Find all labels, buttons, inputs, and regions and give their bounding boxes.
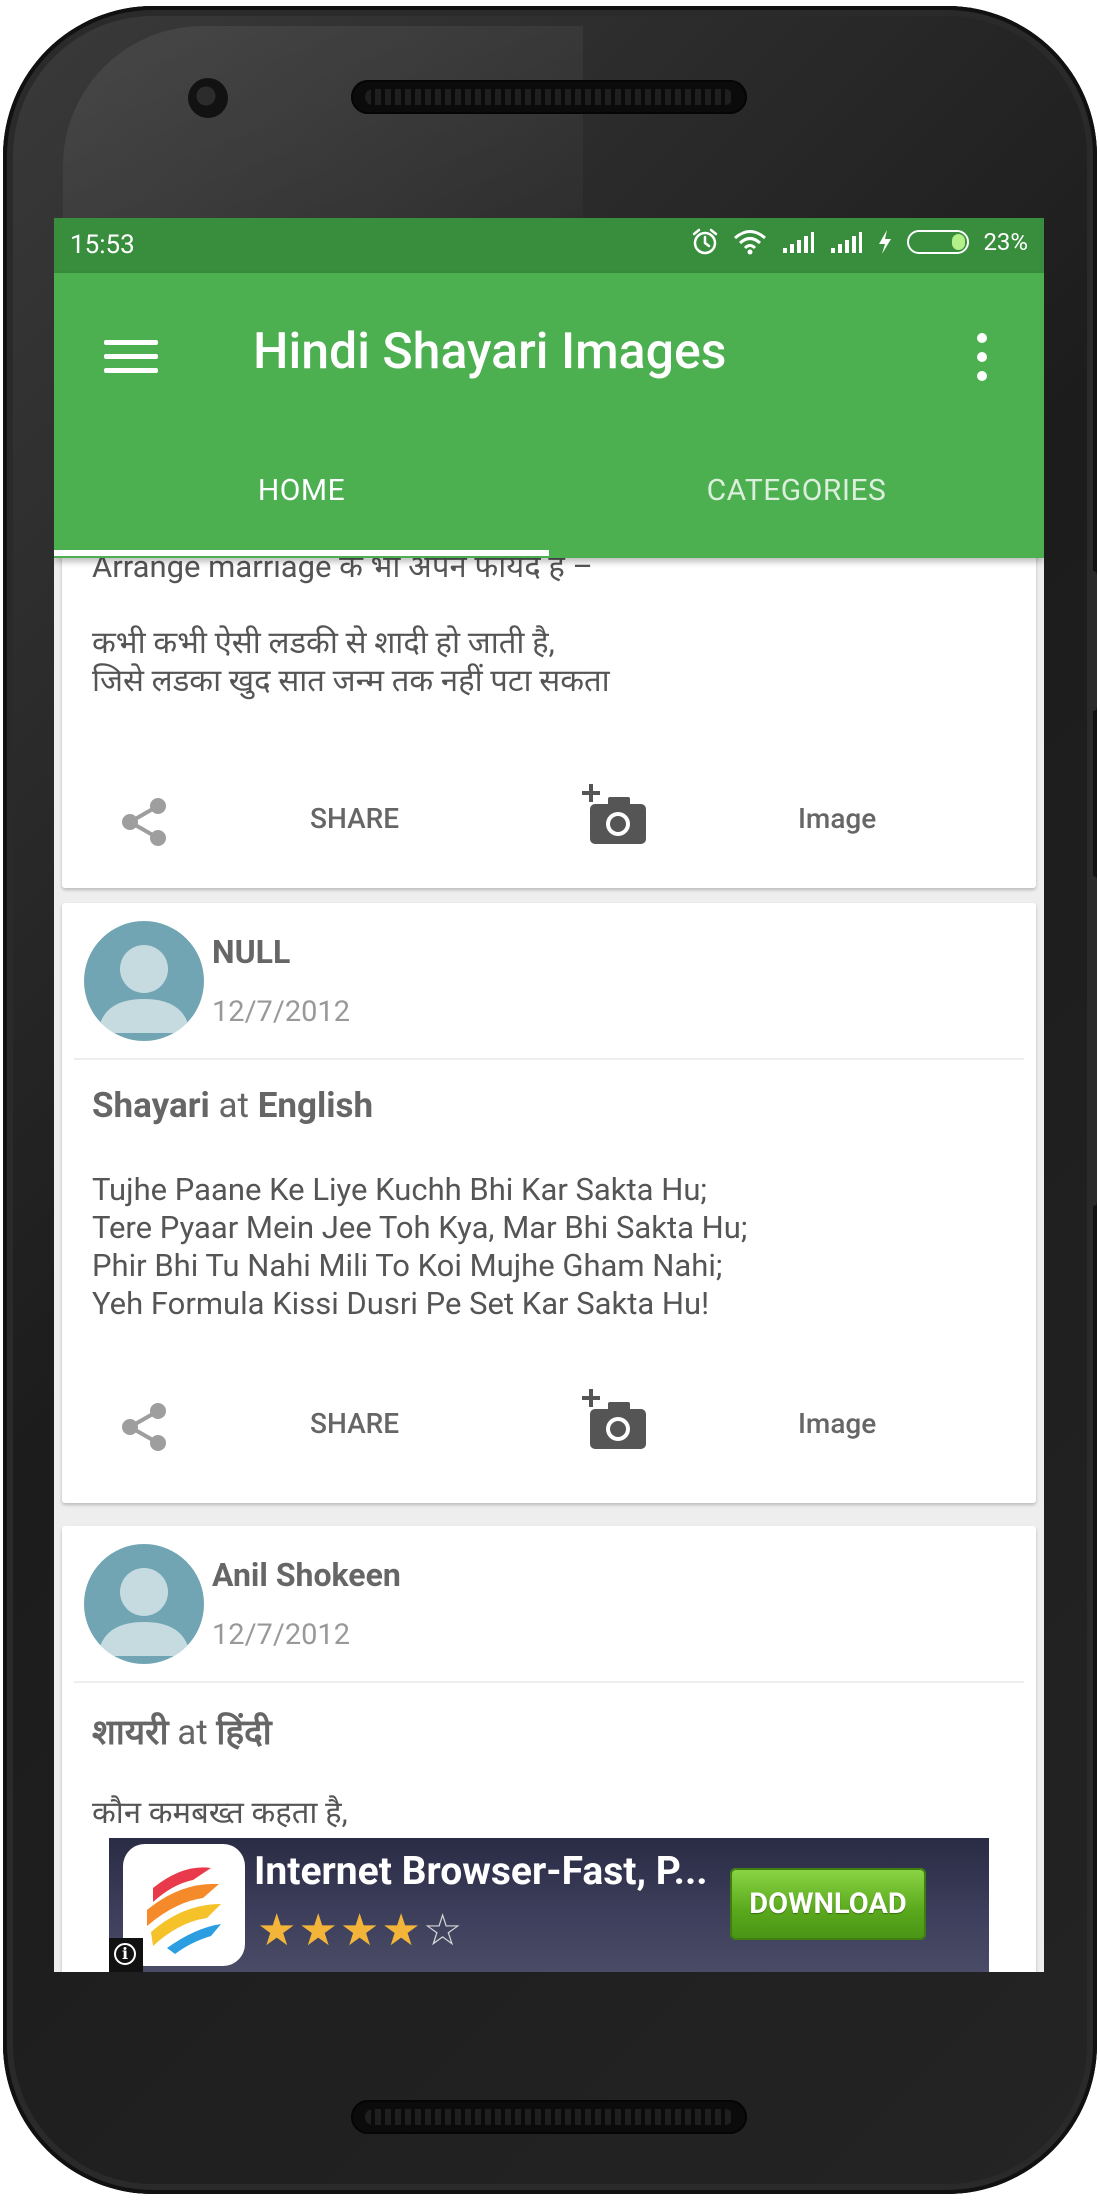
post-category-line: Shayari at English <box>92 1085 373 1126</box>
post-card: NULL 12/7/2012 Shayari at English Tujhe … <box>62 903 1036 1503</box>
post-category: शायरी <box>92 1712 169 1753</box>
star-filled-icon: ★ <box>381 1904 423 1956</box>
status-time: 15:53 <box>70 230 135 260</box>
tab-home[interactable]: HOME <box>54 473 549 558</box>
front-camera <box>188 78 228 118</box>
author-name[interactable]: NULL <box>212 933 290 971</box>
volume-button <box>1087 571 1097 711</box>
post-actions: SHARE Image <box>62 1383 1036 1463</box>
post-language: English <box>257 1085 374 1126</box>
feed[interactable]: Arrange marriage के भी अपने फायदे हैं – … <box>54 558 1044 1972</box>
ad-info-icon[interactable]: i <box>109 1938 143 1972</box>
signal-icon <box>783 232 815 253</box>
add-photo-icon[interactable] <box>582 1389 648 1453</box>
power-button <box>1087 876 1097 1206</box>
menu-icon[interactable] <box>104 336 158 378</box>
battery-percent: 23% <box>983 228 1028 256</box>
battery-level <box>952 234 966 250</box>
star-filled-icon: ★ <box>257 1904 299 1956</box>
post-body: Arrange marriage के भी अपने फायदे हैं – … <box>92 558 610 699</box>
author-name[interactable]: Anil Shokeen <box>212 1556 401 1594</box>
wifi-icon <box>734 230 767 255</box>
avatar <box>84 1544 204 1664</box>
post-body: कौन कमबख्त कहता है, <box>92 1794 348 1831</box>
app-bar: Hindi Shayari Images HOME CATEGORIES <box>54 273 1044 558</box>
signal-icon-2 <box>831 232 863 253</box>
add-photo-icon[interactable] <box>582 784 648 848</box>
post-date: 12/7/2012 <box>212 995 351 1029</box>
post-category-line: शायरी at हिंदी <box>92 1708 272 1755</box>
share-button[interactable]: SHARE <box>310 802 399 835</box>
post-at: at <box>177 1712 208 1753</box>
earpiece-speaker <box>351 80 747 114</box>
share-icon[interactable] <box>116 794 172 850</box>
post-body: Tujhe Paane Ke Liye Kuchh Bhi Kar Sakta … <box>92 1171 748 1322</box>
post-actions: SHARE Image <box>62 778 1036 858</box>
tab-categories[interactable]: CATEGORIES <box>549 473 1044 558</box>
share-icon[interactable] <box>116 1399 172 1455</box>
divider <box>74 1058 1024 1060</box>
post-category: Shayari <box>92 1085 210 1126</box>
bottom-speaker <box>351 2100 747 2134</box>
avatar <box>84 921 204 1041</box>
ad-banner[interactable]: i Internet Browser-Fast, P... ★★★★☆ DOWN… <box>109 1838 989 1972</box>
ad-rating: ★★★★☆ <box>257 1908 464 1952</box>
status-icons: 23% <box>691 228 1028 256</box>
image-button[interactable]: Image <box>798 1407 876 1440</box>
image-button[interactable]: Image <box>798 802 876 835</box>
ad-title: Internet Browser-Fast, P... <box>254 1848 708 1894</box>
battery-icon <box>907 230 970 254</box>
charging-icon <box>879 230 892 254</box>
app-title: Hindi Shayari Images <box>253 323 727 381</box>
post-date: 12/7/2012 <box>212 1618 351 1652</box>
star-filled-icon: ★ <box>298 1904 340 1956</box>
tab-indicator <box>54 550 549 556</box>
star-filled-icon: ★ <box>339 1904 382 1956</box>
divider <box>74 1681 1024 1683</box>
status-bar: 15:53 23% <box>54 218 1044 273</box>
star-empty-icon: ☆ <box>422 1904 465 1956</box>
alarm-icon <box>693 228 718 255</box>
ad-download-button[interactable]: DOWNLOAD <box>730 1868 926 1940</box>
screen: 15:53 23% Hindi Shayari Images HOME CATE… <box>54 218 1044 1972</box>
phone-frame: 15:53 23% Hindi Shayari Images HOME CATE… <box>3 6 1097 2194</box>
more-options-icon[interactable] <box>974 329 988 385</box>
post-at: at <box>218 1085 250 1126</box>
post-language: हिंदी <box>216 1712 272 1753</box>
share-button[interactable]: SHARE <box>310 1407 399 1440</box>
post-card: Arrange marriage के भी अपने फायदे हैं – … <box>62 558 1036 888</box>
